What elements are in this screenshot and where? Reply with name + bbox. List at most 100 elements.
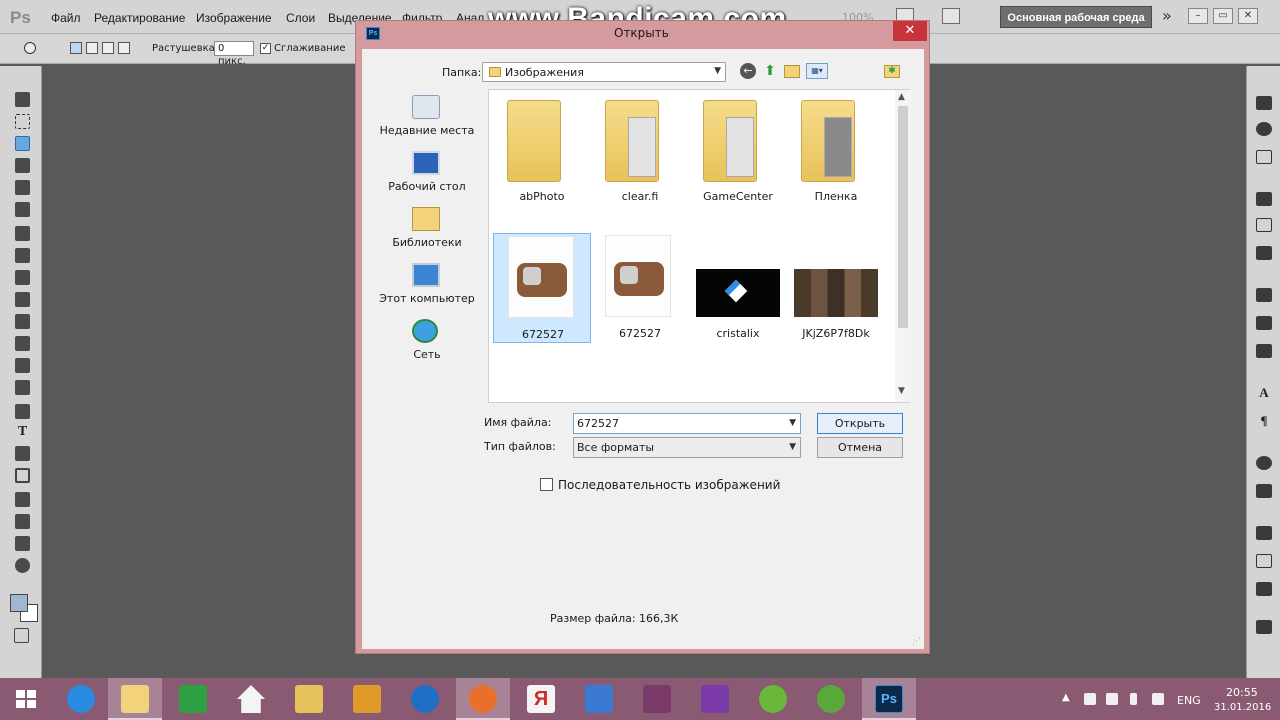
look-in-dropdown[interactable]: Изображения ▼ [482,62,726,82]
file-item-image-selected[interactable]: 672527 [493,233,591,343]
chevron-down-icon[interactable]: ▼ [789,418,796,428]
move-tool-icon[interactable] [15,92,30,107]
taskbar-home[interactable] [224,678,278,720]
screen-mode-icon[interactable] [942,8,960,24]
taskbar-volume-app[interactable] [572,678,626,720]
file-item-folder[interactable]: abPhoto [493,92,591,203]
restore-icon[interactable]: ▭ [1213,8,1233,24]
clock-date[interactable]: 31.01.2016 [1214,702,1271,713]
place-network[interactable]: Сеть [374,319,480,371]
marquee-tool-icon[interactable] [15,114,30,129]
history-brush-tool-icon[interactable] [15,292,30,307]
styles-panel-icon[interactable] [1256,246,1272,260]
subtract-selection-icon[interactable] [102,42,114,54]
quick-selection-tool-icon[interactable] [15,158,30,173]
taskbar-teamviewer[interactable] [398,678,452,720]
feather-input[interactable]: 0 пикс. [214,41,254,67]
taskbar-utorrent[interactable] [804,678,858,720]
more-workspaces-icon[interactable]: » [1162,6,1172,25]
zoom-tool-icon[interactable] [15,558,30,573]
taskbar-folder[interactable] [282,678,336,720]
dialog-close-button[interactable]: ✕ [893,21,927,41]
file-item-image[interactable]: JKjZ6P7f8Dk [787,233,885,343]
battery-icon[interactable] [1130,693,1137,705]
image-sequence-checkbox[interactable] [540,478,553,491]
pen-tool-icon[interactable] [15,404,30,419]
hand-tool-icon[interactable] [15,536,30,551]
taskbar-firefox[interactable] [456,678,510,720]
clone-stamp-tool-icon[interactable] [15,270,30,285]
resize-grip-icon[interactable]: ⋰ [912,637,921,647]
antialias-checkbox[interactable]: ✓ [260,43,271,54]
adobe-bridge-icon[interactable]: ✱ [884,65,900,78]
info-panel-icon[interactable] [1256,122,1272,136]
histogram-panel-icon[interactable] [1256,150,1272,164]
taskbar-chat[interactable] [746,678,800,720]
filetype-dropdown[interactable]: Все форматы ▼ [573,437,801,458]
crop-tool-icon[interactable] [15,180,30,195]
back-icon[interactable]: ← [740,63,756,79]
dodge-tool-icon[interactable] [15,380,30,395]
close-app-icon[interactable]: ✕ [1238,8,1258,24]
file-item-image[interactable]: cristalix [689,233,787,343]
history-panel-icon[interactable] [1256,96,1272,110]
animation-panel-icon[interactable] [1256,620,1272,634]
lasso-tool-icon[interactable] [15,136,30,151]
language-indicator[interactable]: ENG [1177,694,1201,707]
intersect-selection-icon[interactable] [118,42,130,54]
adjustments-panel-icon[interactable] [1256,288,1272,302]
layers-panel-icon[interactable] [1256,526,1272,540]
open-button[interactable]: Открыть [817,413,903,434]
taskbar-onenote[interactable] [688,678,742,720]
healing-brush-tool-icon[interactable] [15,226,30,241]
file-item-folder[interactable]: clear.fi [591,92,689,203]
filename-input[interactable]: 672527 ▼ [573,413,801,434]
menu-layers[interactable]: Слои [286,11,315,25]
show-hidden-icons[interactable]: ▲ [1062,692,1070,703]
place-desktop[interactable]: Рабочий стол [374,151,480,203]
taskbar-photoshop[interactable]: Ps [862,678,916,720]
start-button[interactable] [0,678,52,720]
add-to-selection-icon[interactable] [86,42,98,54]
brushes-panel-icon[interactable] [1256,344,1272,358]
file-list-scrollbar[interactable]: ▲ ▼ [895,90,911,402]
path-selection-tool-icon[interactable] [15,446,30,461]
brush-tool-icon[interactable] [15,248,30,263]
up-folder-icon[interactable]: ⬆ [762,63,778,79]
menu-image[interactable]: Изображение [196,11,272,25]
clock-time[interactable]: 20:55 [1226,686,1258,699]
cancel-button[interactable]: Отмена [817,437,903,458]
taskbar-winrar[interactable] [630,678,684,720]
taskbar-ie[interactable] [54,678,108,720]
workspace-switcher-button[interactable]: Основная рабочая среда [1000,6,1152,28]
3d-orbit-tool-icon[interactable] [15,514,30,529]
clone-source-panel-icon[interactable] [1256,456,1272,470]
file-item-image[interactable]: 672527 [591,233,689,343]
type-tool-icon[interactable]: T [15,424,30,439]
3d-rotate-tool-icon[interactable] [15,492,30,507]
character-panel-icon[interactable]: A [1256,386,1272,400]
eraser-tool-icon[interactable] [15,314,30,329]
volume-icon[interactable] [1106,693,1118,705]
blur-tool-icon[interactable] [15,358,30,373]
masks-panel-icon[interactable] [1256,316,1272,330]
windows-flag-icon[interactable] [1084,693,1096,705]
swatches-panel-icon[interactable] [1256,218,1272,232]
minimize-icon[interactable]: – [1188,8,1208,24]
dialog-titlebar[interactable]: Ps Открыть ✕ [356,21,929,45]
place-computer[interactable]: Этот компьютер [374,263,480,315]
eyedropper-tool-icon[interactable] [15,202,30,217]
taskbar-store[interactable] [166,678,220,720]
foreground-color-swatch[interactable] [10,594,28,612]
place-libraries[interactable]: Библиотеки [374,207,480,259]
3d-panel-icon[interactable] [1256,192,1272,206]
scroll-up-icon[interactable]: ▲ [898,92,905,102]
file-list[interactable]: abPhoto clear.fi GameCenter Пленка 67252… [488,89,911,403]
actions-panel-icon[interactable] [1256,484,1272,498]
views-menu-icon[interactable]: ▦▾ [806,63,828,79]
file-item-folder[interactable]: GameCenter [689,92,787,203]
channels-panel-icon[interactable] [1256,554,1272,568]
place-recent[interactable]: Недавние места [374,95,480,147]
file-item-folder[interactable]: Пленка [787,92,885,203]
paths-panel-icon[interactable] [1256,582,1272,596]
